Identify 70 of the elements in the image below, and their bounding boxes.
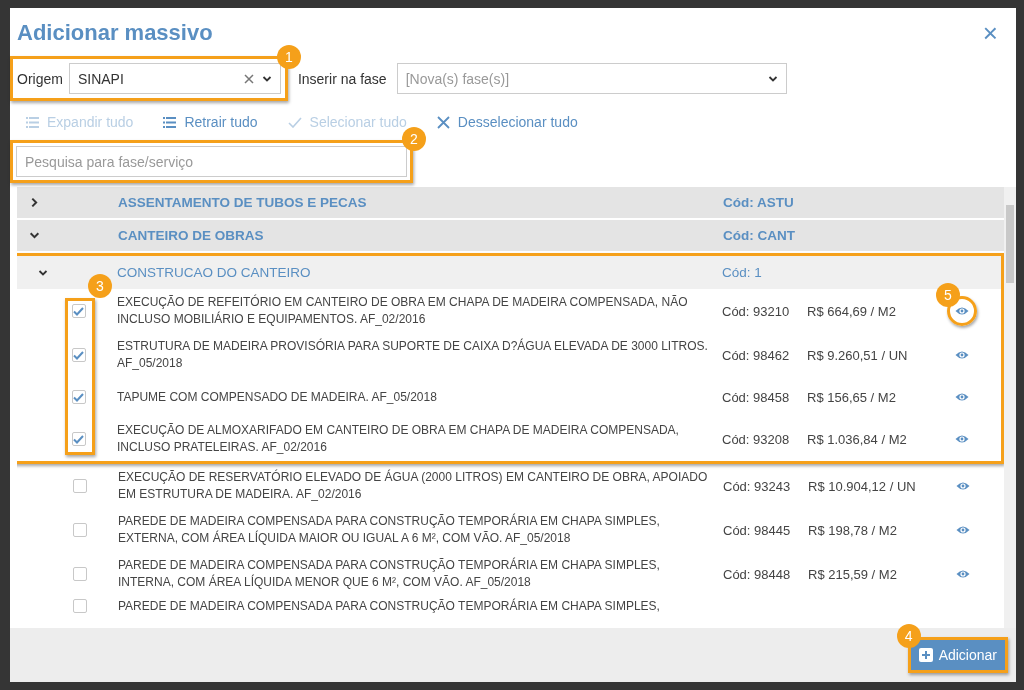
service-code: Cód: 93210 bbox=[722, 303, 791, 319]
service-code: Cód: 93208 bbox=[722, 431, 791, 447]
origin-select[interactable]: SINAPI bbox=[68, 63, 281, 94]
subgroup-title: CONSTRUCAO DO CANTEIRO bbox=[117, 265, 312, 280]
checkbox[interactable] bbox=[72, 479, 87, 493]
group-row[interactable]: CANTEIRO DE OBRAS Cód: CANT bbox=[17, 220, 1004, 253]
phase-placeholder: [Nova(s) fase(s)] bbox=[405, 70, 511, 87]
checkbox[interactable] bbox=[71, 348, 86, 362]
service-code: Cód: 98448 bbox=[723, 566, 792, 582]
clear-icon[interactable] bbox=[243, 73, 254, 84]
dialog-title: Adicionar massivo bbox=[17, 20, 213, 46]
callout-badge: 4 bbox=[896, 624, 921, 648]
group-title: ASSENTAMENTO DE TUBOS E PECAS bbox=[118, 195, 368, 210]
checkbox[interactable] bbox=[72, 599, 87, 613]
eye-icon[interactable] bbox=[956, 525, 970, 535]
service-price: R$ 198,78 / M2 bbox=[808, 522, 898, 538]
close-icon bbox=[436, 115, 450, 129]
service-code: Cód: 98445 bbox=[723, 522, 792, 538]
service-code: Cód: 98458 bbox=[722, 389, 791, 405]
service-price: R$ 215,59 / M2 bbox=[808, 566, 898, 582]
service-code: Cód: 93243 bbox=[723, 478, 792, 494]
checkbox[interactable] bbox=[71, 432, 86, 446]
close-button[interactable]: × bbox=[978, 20, 1002, 46]
group-title: CANTEIRO DE OBRAS bbox=[118, 228, 265, 243]
checkbox[interactable] bbox=[72, 523, 87, 537]
service-description: TAPUME COM COMPENSADO DE MADEIRA. AF_05/2018 bbox=[117, 388, 438, 406]
eye-icon[interactable] bbox=[956, 481, 970, 491]
service-description: PAREDE DE MADEIRA COMPENSADA PARA CONSTRUÇÃO TEMPORÁRIA EM CHAPA SIMPLES, INTERNA, COM ÁREA LÍQUIDA MENOR QUE 6 M², COM VÃO. AF_05/2018 bbox=[118, 557, 661, 591]
add-button[interactable]: Adicionar bbox=[910, 640, 1005, 670]
checkbox[interactable] bbox=[72, 567, 87, 581]
toolbar-button[interactable]: Desselecionar tudo bbox=[436, 114, 578, 130]
callout-badge: 1 bbox=[276, 45, 301, 69]
toolbar-button[interactable]: Retrair tudo bbox=[163, 114, 258, 130]
service-price: R$ 664,69 / M2 bbox=[807, 303, 897, 319]
service-description: PAREDE DE MADEIRA COMPENSADA PARA CONSTRUÇÃO TEMPORÁRIA EM CHAPA SIMPLES, EXTERNA, COM ÁREA LÍQUIDA MAIOR OU IGUAL A 6 M², COM VÃO. AF_05/2018 bbox=[118, 513, 661, 547]
plus-icon bbox=[918, 648, 933, 662]
scrollbar[interactable] bbox=[1004, 187, 1016, 628]
chevron-right-icon[interactable] bbox=[29, 197, 40, 208]
eye-icon[interactable] bbox=[955, 306, 969, 316]
list-icon bbox=[26, 116, 39, 128]
origin-label: Origem bbox=[17, 70, 63, 87]
eye-icon[interactable] bbox=[955, 392, 969, 402]
service-description: ESTRUTURA DE MADEIRA PROVISÓRIA PARA SUPORTE DE CAIXA D?ÁGUA ELEVADA DE 3000 LITROS. AF_05/2018 bbox=[117, 338, 709, 372]
phase-select[interactable]: [Nova(s) fase(s)] bbox=[396, 63, 787, 94]
group-row[interactable]: ASSENTAMENTO DE TUBOS E PECAS Cód: ASTU bbox=[17, 187, 1004, 220]
callout-badge: 2 bbox=[402, 127, 426, 151]
service-code: Cód: 98462 bbox=[722, 347, 791, 363]
eye-icon[interactable] bbox=[956, 569, 970, 579]
eye-icon[interactable] bbox=[955, 350, 969, 360]
service-description: EXECUÇÃO DE ALMOXARIFADO EM CANTEIRO DE OBRA EM CHAPA DE MADEIRA COMPENSADA, INCLUSO PRATELEIRAS. AF_02/2016 bbox=[117, 422, 680, 456]
check-icon bbox=[287, 116, 302, 128]
eye-icon[interactable] bbox=[955, 434, 969, 444]
service-price: R$ 9.260,51 / UN bbox=[807, 347, 909, 363]
service-price: R$ 1.036,84 / M2 bbox=[807, 431, 908, 447]
callout-badge: 5 bbox=[936, 283, 960, 307]
checkbox[interactable] bbox=[71, 390, 86, 404]
service-description: EXECUÇÃO DE RESERVATÓRIO ELEVADO DE ÁGUA (2000 LITROS) EM CANTEIRO DE OBRA, APOIADO EM ESTRUTURA DE MADEIRA. AF_02/2016 bbox=[118, 469, 709, 503]
service-description: PAREDE DE MADEIRA COMPENSADA PARA CONSTRUÇÃO TEMPORÁRIA EM CHAPA SIMPLES, bbox=[118, 597, 661, 615]
origin-value: SINAPI bbox=[77, 70, 125, 87]
group-code: Cód: ASTU bbox=[723, 195, 794, 210]
service-price: R$ 156,65 / M2 bbox=[807, 389, 897, 405]
chevron-down-icon[interactable] bbox=[29, 230, 40, 241]
service-price: R$ 10.904,12 / UN bbox=[808, 478, 917, 494]
checkbox[interactable] bbox=[71, 304, 86, 318]
service-description: EXECUÇÃO DE REFEITÓRIO EM CANTEIRO DE OBRA EM CHAPA DE MADEIRA COMPENSADA, NÃO INCLUSO MOBILIÁRIO E EQUIPAMENTOS. AF_02/2016 bbox=[117, 294, 689, 328]
search-field[interactable]: Pesquisa para fase/serviço bbox=[16, 146, 407, 177]
group-code: Cód: CANT bbox=[723, 228, 795, 243]
phase-label: Inserir na fase bbox=[297, 70, 387, 87]
subgroup-code: Cód: 1 bbox=[722, 265, 762, 280]
list-icon bbox=[163, 116, 177, 128]
